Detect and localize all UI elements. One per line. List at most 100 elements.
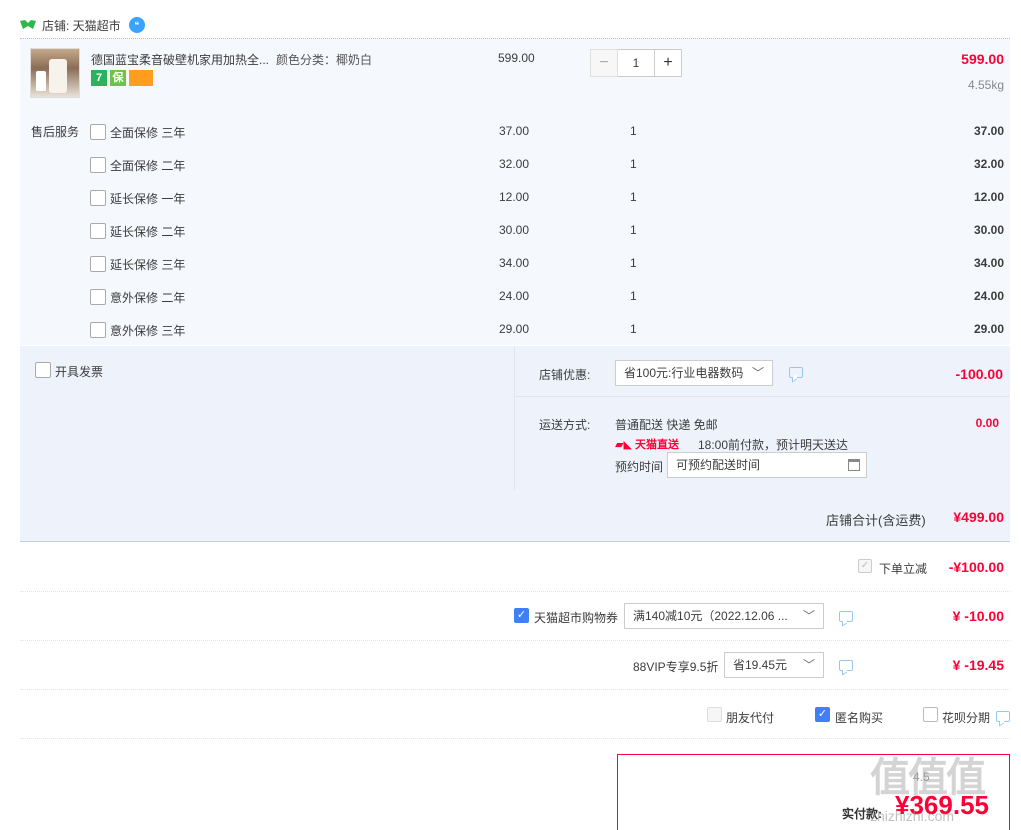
service-name: 意外保修 二年 <box>110 291 186 305</box>
huabei-checkbox[interactable] <box>923 707 938 722</box>
service-row: 延长保修 三年 34.00 1 34.00 <box>0 253 1021 273</box>
service-total: 32.00 <box>973 157 1004 171</box>
service-price: 24.00 <box>499 289 530 303</box>
friend-pay-checkbox[interactable] <box>707 707 722 722</box>
shop-header: 店铺: 天猫超市 ❝ <box>20 14 145 36</box>
product-attribute: 颜色分类：椰奶白 <box>276 53 373 67</box>
service-row: 延长保修 一年 12.00 1 12.00 <box>0 187 1021 207</box>
seven-day-return-icon: 7 <box>91 70 107 86</box>
service-price: 12.00 <box>499 190 530 204</box>
service-price: 29.00 <box>499 322 530 336</box>
tmall-direct-text: 天猫直送 <box>634 439 679 451</box>
service-total: 30.00 <box>973 223 1004 237</box>
supermarket-coupon-label[interactable]: 天猫超市购物券 <box>534 609 618 626</box>
divider <box>20 689 1010 690</box>
increase-qty-button[interactable]: + <box>654 49 682 77</box>
truck-icon: ▰◣ <box>615 439 632 451</box>
supermarket-coupon-checkbox[interactable]: ✓ <box>514 608 529 623</box>
service-name: 延长保修 三年 <box>110 258 186 272</box>
anonymous-label[interactable]: 匿名购买 <box>835 709 883 726</box>
chat-icon[interactable]: ❝ <box>128 17 145 33</box>
service-price: 30.00 <box>499 223 530 237</box>
service-row: 意外保修 三年 29.00 1 29.00 <box>0 319 1021 339</box>
shop-coupon-amount: -100.00 <box>955 366 1003 382</box>
shop-total-label: 店铺合计(含运费) <box>826 513 926 528</box>
service-price: 32.00 <box>499 157 530 171</box>
chevron-down-icon: ﹀ <box>802 658 815 672</box>
message-icon[interactable] <box>839 611 853 622</box>
chevron-down-icon: ﹀ <box>751 366 764 380</box>
supermarket-coupon-select[interactable]: 满140减10元（2022.12.06 ... ﹀ <box>624 603 824 629</box>
service-name: 延长保修 一年 <box>110 192 186 206</box>
invoice-checkbox[interactable] <box>35 362 51 378</box>
service-price: 37.00 <box>499 124 530 138</box>
service-row: 意外保修 二年 24.00 1 24.00 <box>0 286 1021 306</box>
vip-discount-value: 省19.45元 <box>733 658 788 672</box>
chevron-down-icon: ﹀ <box>802 609 815 623</box>
service-checkbox[interactable] <box>90 289 106 305</box>
service-name: 延长保修 二年 <box>110 225 186 239</box>
vip-discount-select[interactable]: 省19.45元 ﹀ <box>724 652 824 678</box>
service-qty: 1 <box>630 256 637 270</box>
service-checkbox[interactable] <box>90 322 106 338</box>
reserve-time-label: 预约时间 <box>615 460 664 474</box>
quantity-input[interactable]: 1 <box>618 49 654 77</box>
service-checkbox[interactable] <box>90 124 106 140</box>
service-qty: 1 <box>630 289 637 303</box>
service-checkbox[interactable] <box>90 157 106 173</box>
divider <box>20 640 1010 641</box>
anonymous-checkbox[interactable]: ✓ <box>815 707 830 722</box>
message-icon[interactable] <box>839 660 853 671</box>
service-row: 全面保修 三年 37.00 1 37.00 <box>0 121 1021 141</box>
shipping-method: 普通配送 快递 免邮 <box>615 418 718 432</box>
product-weight: 4.55kg <box>967 78 1004 92</box>
service-row: 延长保修 二年 30.00 1 30.00 <box>0 220 1021 240</box>
message-icon[interactable] <box>789 367 803 378</box>
divider <box>20 738 1010 739</box>
product-badges: 7 保 <box>91 70 153 86</box>
product-subtotal: 599.00 <box>961 51 1004 67</box>
supermarket-coupon-amount: ¥ -10.00 <box>952 608 1004 624</box>
service-total: 37.00 <box>973 124 1004 138</box>
service-qty: 1 <box>630 190 637 204</box>
shipping-label: 运送方式: <box>539 418 591 432</box>
message-icon[interactable] <box>996 711 1010 722</box>
service-checkbox[interactable] <box>90 223 106 239</box>
shop-total-amount: ¥499.00 <box>953 509 1004 525</box>
calendar-icon[interactable] <box>848 459 860 471</box>
vip-discount-label: 88VIP专享9.5折 <box>633 660 719 674</box>
divider <box>20 591 1010 592</box>
decrease-qty-button[interactable]: − <box>590 49 618 77</box>
invoice-label[interactable]: 开具发票 <box>55 363 103 380</box>
service-total: 29.00 <box>973 322 1004 336</box>
shop-coupon-select[interactable]: 省100元:行业电器数码 ﹀ <box>615 360 773 386</box>
product-title[interactable]: 德国蓝宝柔音破壁机家用加热全... <box>91 51 271 68</box>
instant-discount-amount: -¥100.00 <box>948 559 1004 575</box>
shop-coupon-label: 店铺优惠: <box>539 368 591 382</box>
divider <box>515 396 1010 397</box>
guarantee-icon: 保 <box>110 70 126 86</box>
service-checkbox[interactable] <box>90 256 106 272</box>
service-total: 24.00 <box>973 289 1004 303</box>
service-name: 意外保修 三年 <box>110 324 186 338</box>
instant-discount-checkbox[interactable]: ✓ <box>858 559 872 573</box>
supermarket-coupon-value: 满140减10元（2022.12.06 ... <box>633 609 788 623</box>
service-total: 34.00 <box>973 256 1004 270</box>
divider <box>514 346 515 490</box>
shop-name[interactable]: 店铺: 天猫超市 <box>42 17 121 34</box>
service-qty: 1 <box>630 223 637 237</box>
service-checkbox[interactable] <box>90 190 106 206</box>
card-icon <box>129 70 153 86</box>
reserve-time-input[interactable]: 可预约配送时间 <box>667 452 867 478</box>
shipping-fee: 0.00 <box>975 416 999 430</box>
product-thumbnail[interactable] <box>30 48 80 98</box>
service-row: 全面保修 二年 32.00 1 32.00 <box>0 154 1021 174</box>
shop-coupon-value: 省100元:行业电器数码 <box>624 366 744 380</box>
friend-pay-label[interactable]: 朋友代付 <box>726 709 774 726</box>
reserve-time-value: 可预约配送时间 <box>676 458 761 472</box>
quantity-stepper: − 1 + <box>590 49 682 77</box>
huabei-label[interactable]: 花呗分期 <box>942 709 990 726</box>
tmall-direct-logo: ▰◣ 天猫直送 <box>615 436 679 452</box>
service-name: 全面保修 三年 <box>110 126 186 140</box>
service-total: 12.00 <box>973 190 1004 204</box>
